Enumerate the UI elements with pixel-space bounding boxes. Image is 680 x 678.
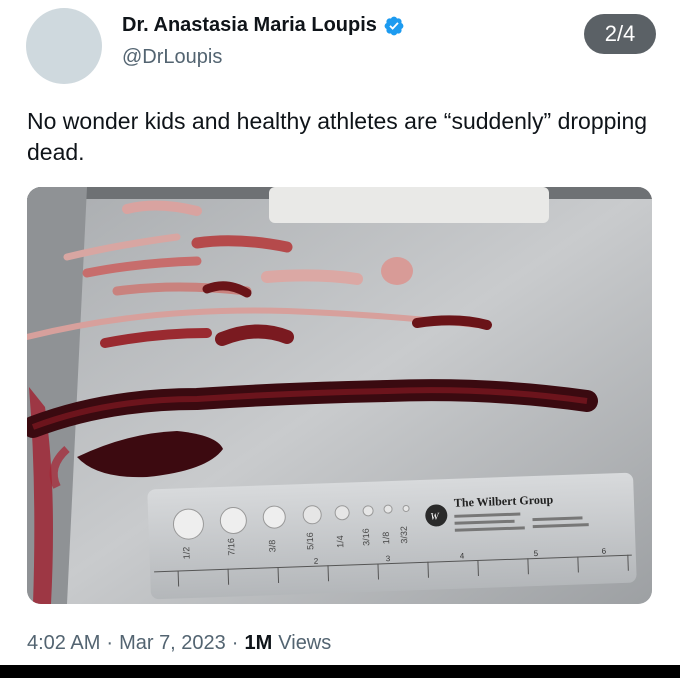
media-counter-badge: 2/4 [584, 14, 656, 54]
ruler-size-label: 3/8 [267, 539, 277, 552]
verified-badge-icon [384, 16, 404, 35]
ruler-size-label: 3/32 [399, 526, 410, 544]
ruler-size-label: 1/4 [335, 535, 345, 548]
ruler-size-label: 1/2 [181, 546, 191, 559]
tweet-meta: 4:02 AM · Mar 7, 2023 · 1M Views [27, 632, 331, 655]
tweet-text: No wonder kids and healthy athletes are … [27, 108, 648, 165]
meta-separator: · [106, 632, 114, 654]
author-handle[interactable]: @DrLoupis [122, 46, 222, 69]
tweet-date[interactable]: Mar 7, 2023 [119, 632, 226, 655]
display-name[interactable]: Dr. Anastasia Maria Loupis [122, 14, 377, 37]
ruler-size-label: 1/8 [381, 532, 391, 545]
author-name-row: Dr. Anastasia Maria Loupis [122, 14, 405, 37]
ruler-size-label: 3/16 [361, 528, 372, 546]
ruler-card: 1/2 7/16 3/8 5/16 1/4 3/16 1/8 3/32 W Th… [147, 472, 637, 600]
views-label: Views [278, 632, 332, 654]
avatar[interactable] [26, 8, 102, 84]
views-count: 1M [244, 632, 273, 654]
tweet-time[interactable]: 4:02 AM [27, 632, 100, 655]
ruler-size-label: 5/16 [305, 532, 316, 550]
ruler-size-label: 7/16 [226, 538, 237, 556]
bottom-bar [0, 665, 680, 678]
meta-separator: · [231, 632, 239, 654]
tweet-photo[interactable]: 1/2 7/16 3/8 5/16 1/4 3/16 1/8 3/32 W Th… [27, 187, 652, 604]
tweet-photo-illustration: 1/2 7/16 3/8 5/16 1/4 3/16 1/8 3/32 W Th… [27, 187, 652, 604]
